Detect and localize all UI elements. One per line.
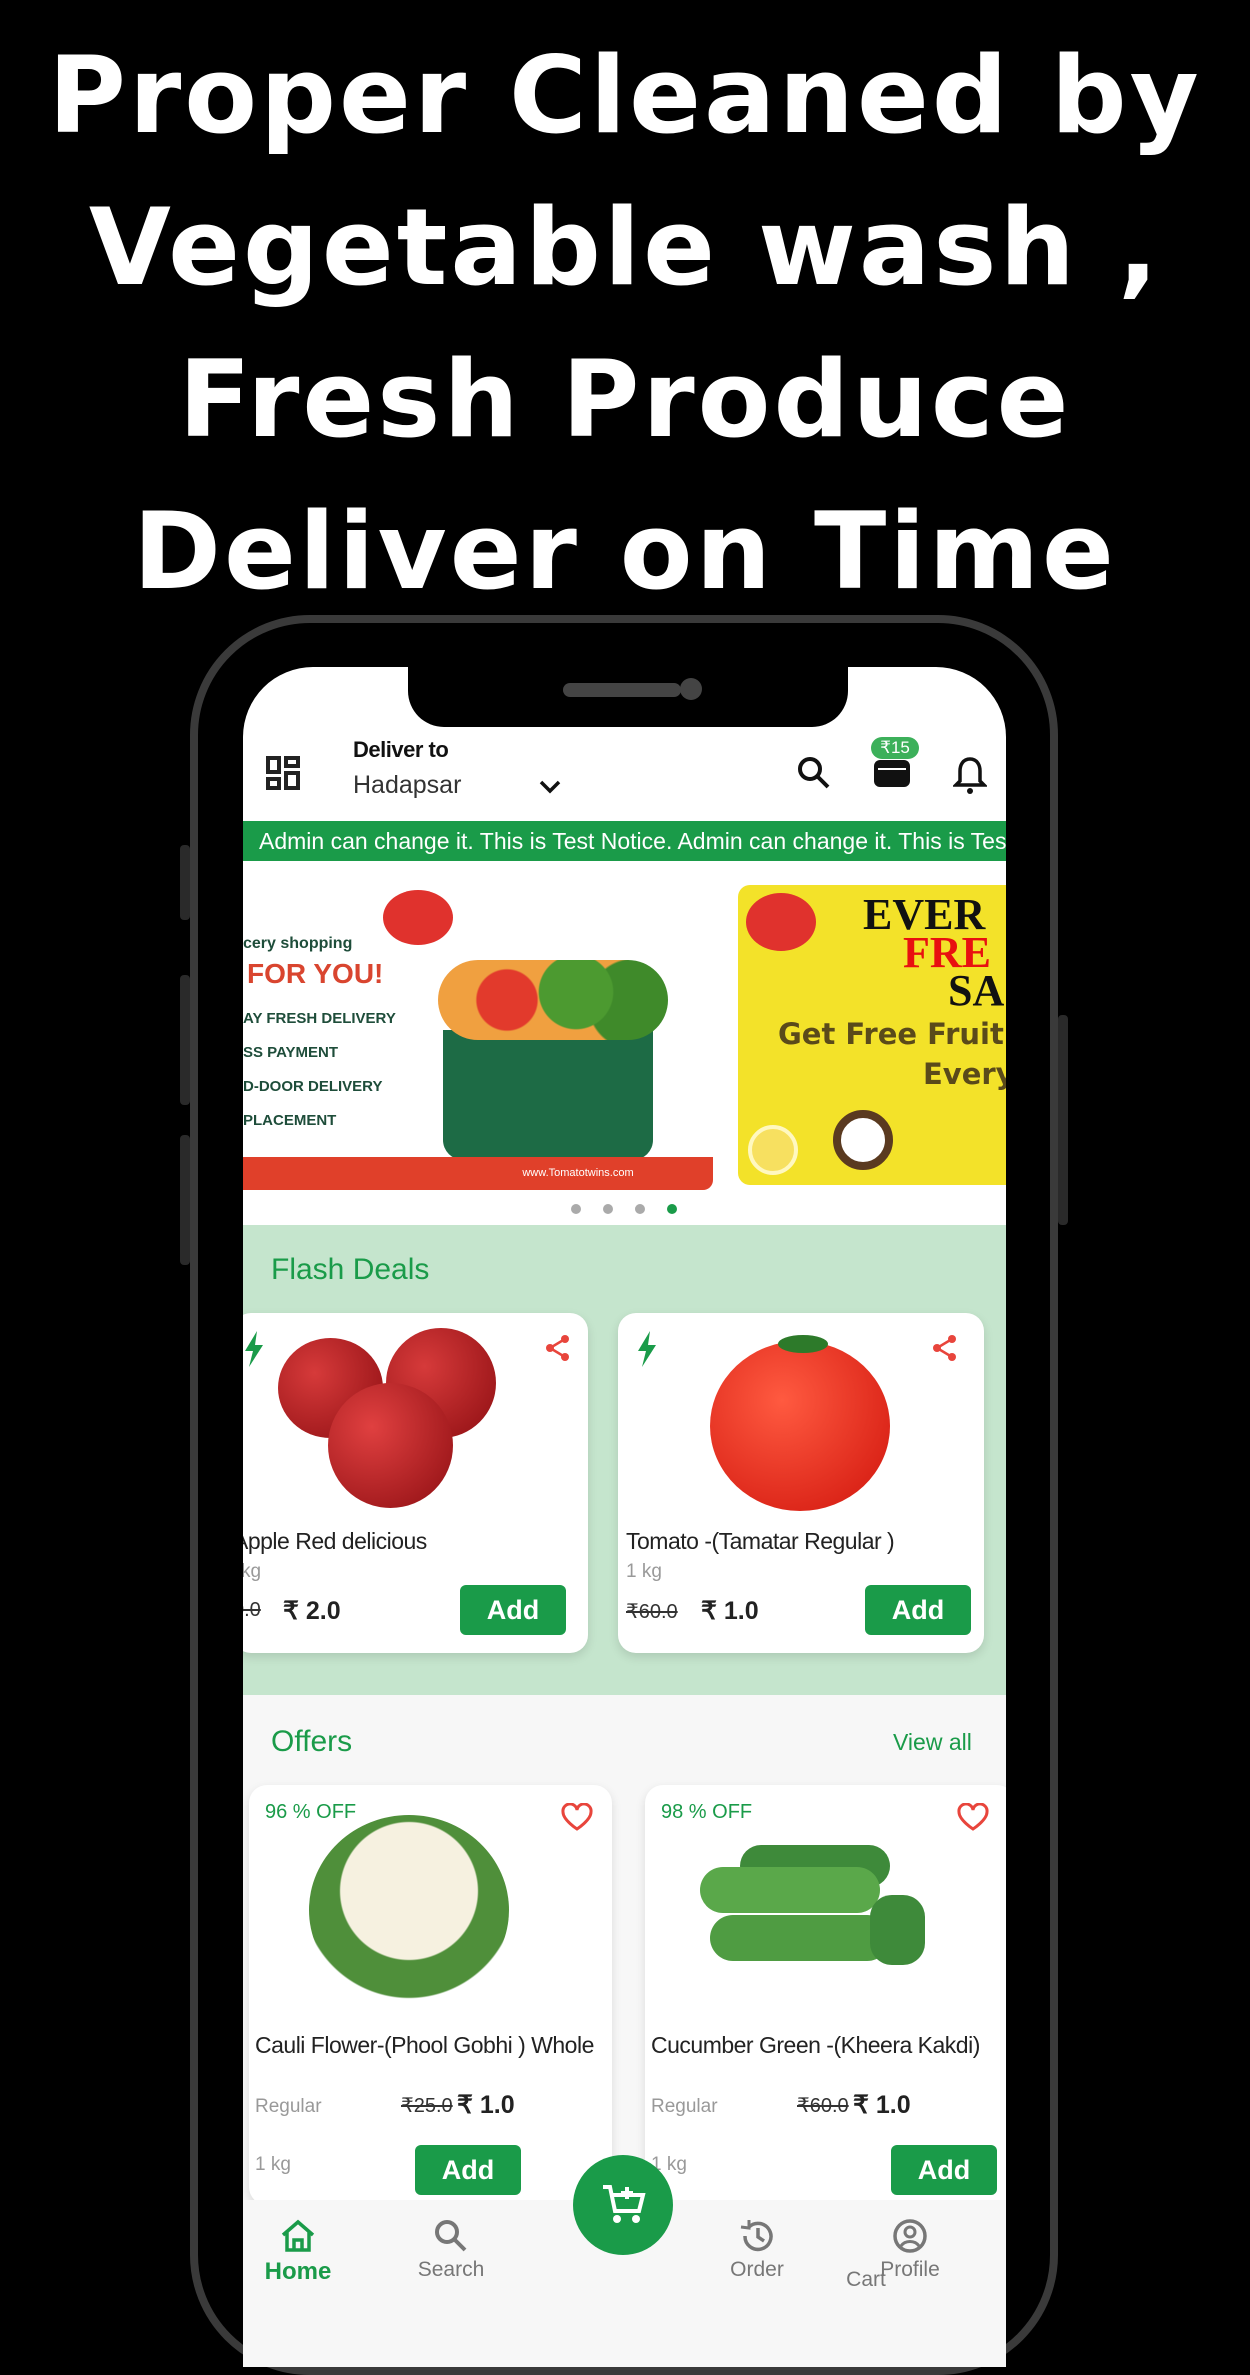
original-price: ₹25.0 [401, 2095, 453, 2117]
nav-search[interactable]: Search [396, 2218, 506, 2282]
discount-label: 98 % OFF [661, 1801, 753, 1823]
phone-button [180, 845, 190, 920]
share-icon[interactable] [930, 1333, 960, 1363]
discount-label: 96 % OFF [265, 1801, 357, 1823]
sale-price: ₹ 1.0 [457, 2091, 515, 2119]
banner-url: www.Tomatotwins.com [243, 1157, 713, 1190]
product-name: Cauli Flower-(Phool Gobhi ) Whole [255, 2032, 594, 2058]
nav-home[interactable]: Home [243, 2218, 353, 2286]
original-price: ₹60.0 [797, 2095, 849, 2117]
promo-headline: Proper Cleaned by Vegetable wash , Fresh… [0, 20, 1250, 628]
original-price: 0.0 [243, 1599, 261, 1621]
notch [408, 667, 848, 727]
add-to-cart-button[interactable]: Add [865, 1585, 971, 1635]
nav-label: Order [730, 2258, 784, 2281]
promo-banner[interactable]: cery shopping FOR YOU! AY FRESH DELIVERY… [243, 880, 713, 1190]
add-to-cart-button[interactable]: Add [891, 2145, 997, 2195]
cart-fab-button[interactable] [573, 2155, 673, 2255]
tomato-twins-logo [383, 890, 453, 945]
product-unit: 1 kg [255, 2154, 291, 2175]
cucumber-image [700, 1845, 930, 1975]
headline-line: Fresh Produce [178, 338, 1072, 461]
share-icon[interactable] [543, 1333, 573, 1363]
product-name: Cucumber Green -(Kheera Kakdi) [651, 2032, 980, 2058]
product-variant: Regular [255, 2096, 322, 2117]
product-variant: Regular [651, 2096, 718, 2117]
location-selector[interactable]: Hadapsar [353, 771, 461, 800]
add-to-cart-icon [603, 2185, 646, 2223]
view-all-link[interactable]: View all [893, 1729, 972, 1756]
nav-profile[interactable]: Profile [855, 2218, 965, 2282]
add-to-cart-button[interactable]: Add [460, 1585, 566, 1635]
notification-bell-icon[interactable] [953, 755, 987, 795]
add-to-cart-button[interactable]: Add [415, 2145, 521, 2195]
product-name: Apple Red delicious [243, 1528, 427, 1554]
fruit-image [833, 1110, 893, 1170]
deliver-to-label: Deliver to [353, 737, 449, 762]
section-title: Flash Deals [271, 1253, 430, 1286]
section-title: Offers [271, 1725, 353, 1758]
carousel-dot[interactable] [635, 1204, 645, 1214]
sale-price: ₹ 1.0 [701, 1597, 759, 1625]
promo-banner[interactable]: EVER FRE SA Get Free Fruit Every [738, 885, 1006, 1185]
wallet-icon[interactable] [873, 757, 911, 789]
carousel-dot[interactable] [603, 1204, 613, 1214]
product-card[interactable]: Tomato -(Tamatar Regular ) 1 kg ₹60.0 ₹ … [618, 1313, 984, 1653]
headline-line: Vegetable wash , [88, 186, 1162, 309]
nav-label: Search [417, 2258, 485, 2281]
chevron-down-icon[interactable] [538, 779, 562, 795]
product-unit: kg [243, 1561, 262, 1582]
search-icon [435, 2220, 467, 2252]
flash-deals-section: Flash Deals Apple Red delicious kg 0.0 ₹… [243, 1225, 1006, 1695]
product-card[interactable]: Apple Red delicious kg 0.0 ₹ 2.0 Add [243, 1313, 588, 1653]
phone-button [180, 975, 190, 1105]
carousel-dot[interactable] [571, 1204, 581, 1214]
tomato-image [710, 1341, 890, 1511]
headline-line: Deliver on Time [133, 490, 1117, 613]
home-icon [281, 2219, 315, 2252]
grocery-bag-image [443, 1030, 653, 1160]
headline-line: Proper Cleaned by [48, 34, 1202, 157]
nav-label: Profile [880, 2258, 940, 2281]
sale-price: ₹ 2.0 [283, 1597, 341, 1625]
search-icon[interactable] [796, 755, 832, 791]
heart-icon[interactable] [561, 1803, 593, 1831]
nav-label: Home [264, 2258, 332, 2285]
sale-price: ₹ 1.0 [853, 2091, 911, 2119]
offer-card[interactable]: 96 % OFF Cauli Flower-(Phool Gobhi ) Who… [249, 1785, 612, 2205]
app-header: Deliver to Hadapsar ₹15 [243, 727, 1006, 819]
product-name: Tomato -(Tamatar Regular ) [626, 1528, 895, 1554]
tomato-twins-logo [746, 893, 816, 951]
heart-icon[interactable] [957, 1803, 989, 1831]
app-screen: Deliver to Hadapsar ₹15 Admin can change… [243, 667, 1006, 2367]
banner-title: FOR YOU! [247, 958, 384, 989]
profile-icon [893, 2219, 927, 2253]
flash-bolt-icon [245, 1331, 263, 1367]
offer-card[interactable]: 98 % OFF Cucumber Green -(Kheera Kakdi) … [645, 1785, 1006, 2205]
original-price: ₹60.0 [626, 1601, 678, 1623]
wallet-balance-badge: ₹15 [871, 737, 919, 759]
notice-marquee: Admin can change it. This is Test Notice… [243, 821, 1006, 861]
phone-button [180, 1135, 190, 1265]
order-history-icon [740, 2220, 773, 2252]
categories-grid-icon[interactable] [265, 755, 301, 791]
product-unit: 1 kg [626, 1561, 662, 1582]
apple-image [278, 1328, 498, 1518]
phone-button [1058, 1015, 1068, 1225]
flash-bolt-icon [638, 1331, 656, 1367]
nav-order[interactable]: Order [702, 2218, 812, 2282]
carousel-dot-active[interactable] [667, 1204, 677, 1214]
cauliflower-image [309, 1815, 509, 2005]
